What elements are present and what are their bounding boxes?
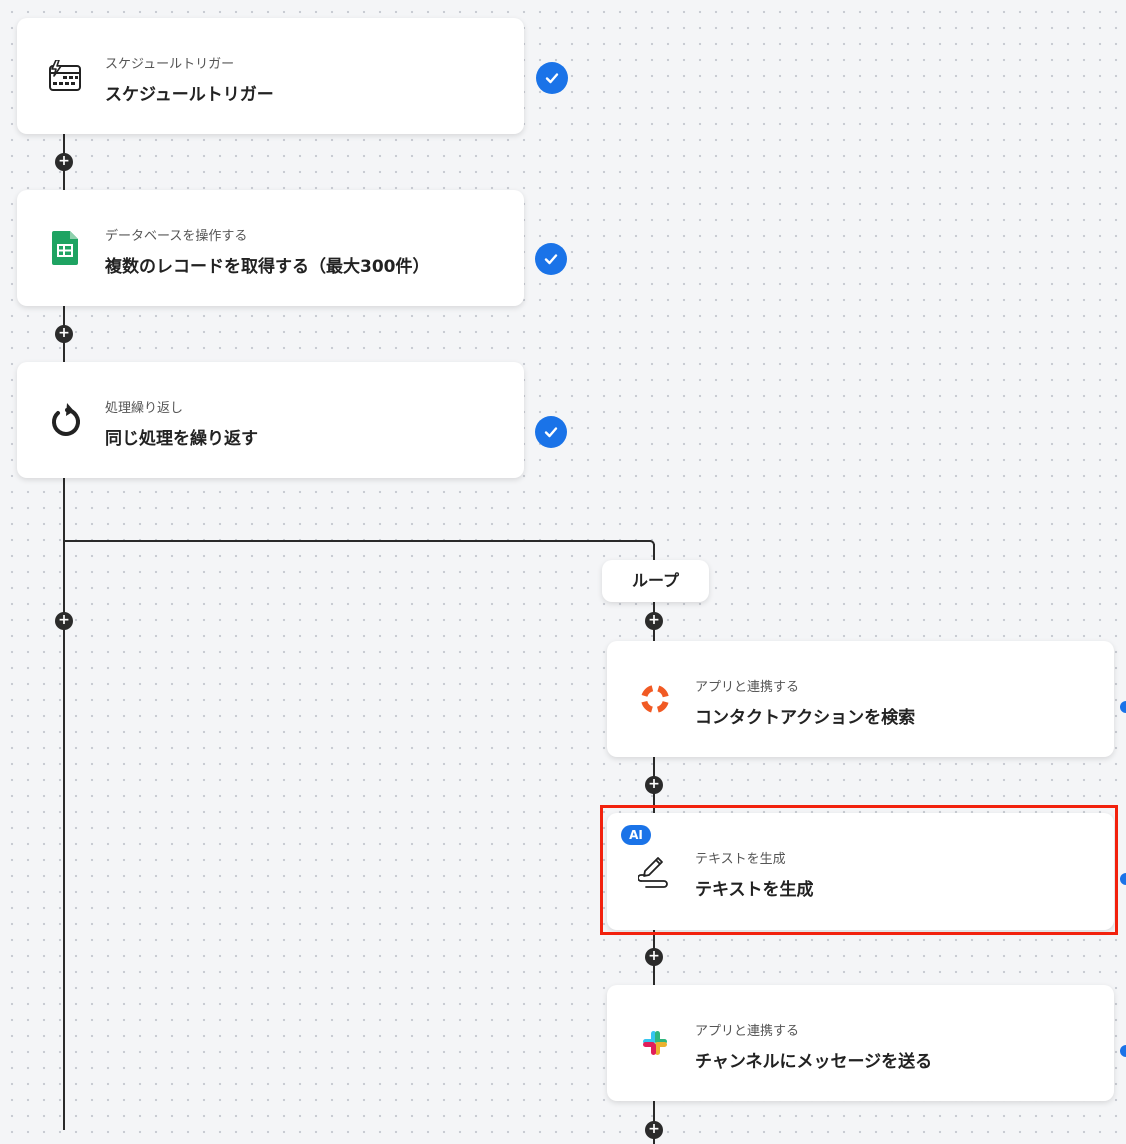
calendar-trigger-icon <box>45 56 85 96</box>
node-subtitle: 処理繰り返し <box>105 401 184 416</box>
workflow-canvas: + + + + + + + スケジュールトリガー スケジュールトリガー データベ… <box>0 0 1126 1144</box>
node-title: コンタクトアクションを検索 <box>695 708 916 728</box>
selection-highlight <box>600 805 1118 935</box>
node-subtitle: アプリと連携する <box>695 1024 800 1039</box>
node-subtitle: データベースを操作する <box>105 229 248 244</box>
add-step-button[interactable]: + <box>645 1121 663 1139</box>
connector-branch-horizontal <box>63 540 651 542</box>
node-title: スケジュールトリガー <box>105 85 274 105</box>
add-step-button[interactable]: + <box>55 153 73 171</box>
node-card-send-message[interactable]: アプリと連携する チャンネルにメッセージを送る <box>607 985 1114 1101</box>
node-card-schedule-trigger[interactable]: スケジュールトリガー スケジュールトリガー <box>17 18 524 134</box>
loop-arrow-icon <box>45 400 85 440</box>
loop-label[interactable]: ループ <box>602 560 709 602</box>
add-step-button[interactable]: + <box>645 612 663 630</box>
node-card-search-contact[interactable]: アプリと連携する コンタクトアクションを検索 <box>607 641 1114 757</box>
status-indicator <box>1120 873 1126 885</box>
add-step-button[interactable]: + <box>645 776 663 794</box>
slack-icon <box>635 1023 675 1063</box>
node-subtitle: アプリと連携する <box>695 680 800 695</box>
google-sheets-icon <box>45 228 85 268</box>
status-indicator <box>1120 701 1126 713</box>
node-title: 同じ処理を繰り返す <box>105 429 258 449</box>
status-indicator <box>1120 1045 1126 1057</box>
node-title: 複数のレコードを取得する（最大300件） <box>105 257 430 277</box>
node-subtitle: スケジュールトリガー <box>105 57 235 72</box>
check-icon <box>535 243 567 275</box>
node-card-loop[interactable]: 処理繰り返し 同じ処理を繰り返す <box>17 362 524 478</box>
node-card-database[interactable]: データベースを操作する 複数のレコードを取得する（最大300件） <box>17 190 524 306</box>
check-icon <box>536 62 568 94</box>
check-icon <box>535 416 567 448</box>
add-step-button[interactable]: + <box>55 325 73 343</box>
add-step-button[interactable]: + <box>645 948 663 966</box>
add-step-button[interactable]: + <box>55 612 73 630</box>
node-title: チャンネルにメッセージを送る <box>695 1052 933 1072</box>
lifebuoy-icon <box>635 679 675 719</box>
connector-main-trunk <box>63 478 65 1130</box>
